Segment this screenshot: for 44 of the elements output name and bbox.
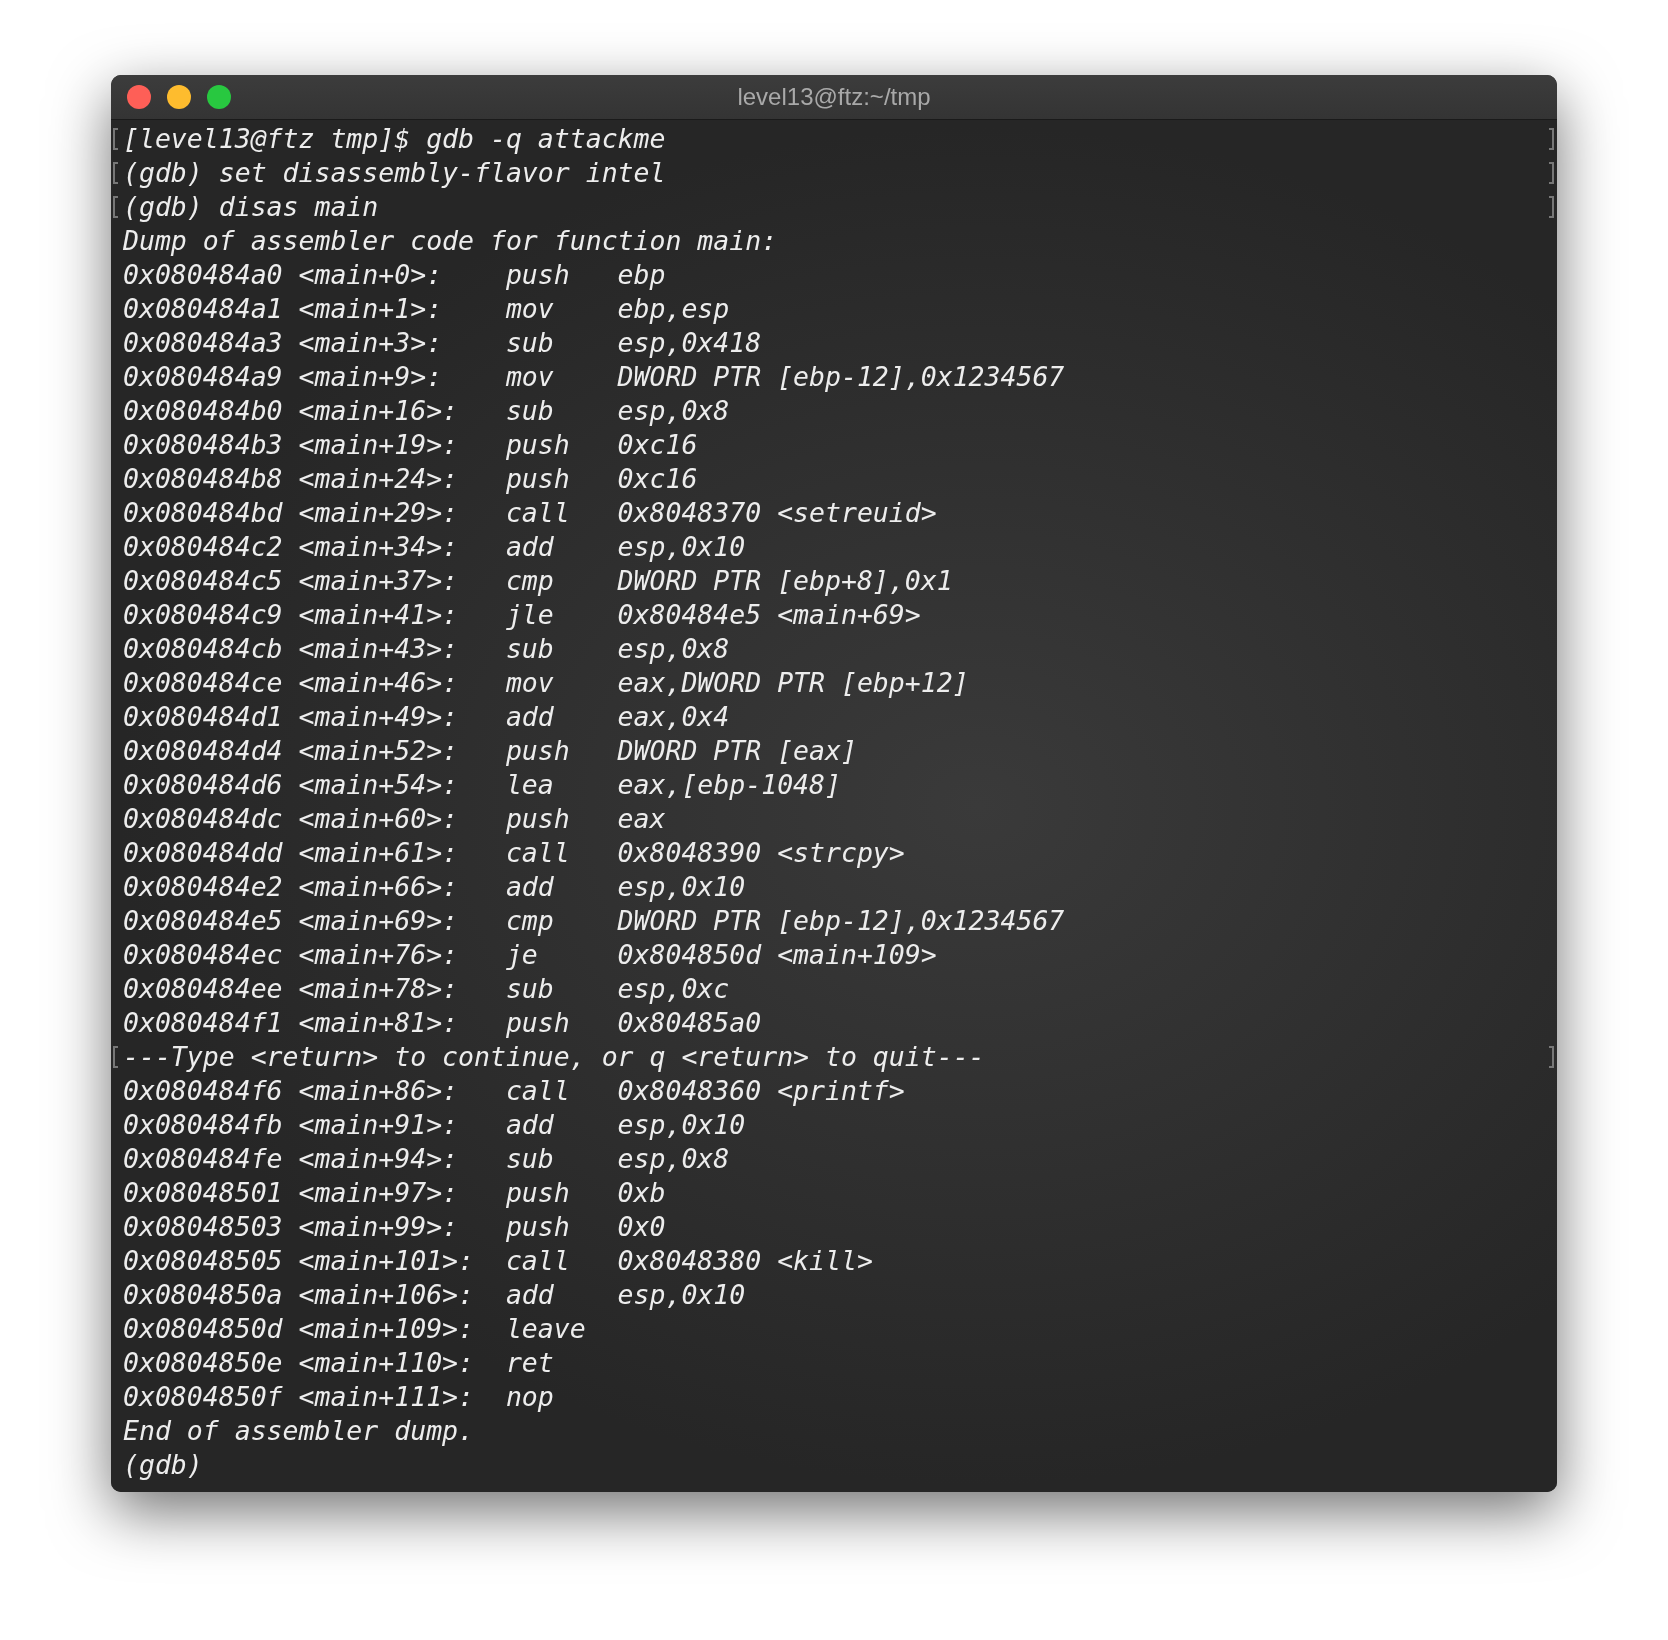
terminal-line: 0x080484f1 <main+81>: push 0x80485a0 [123, 1006, 763, 1040]
terminal-line: 0x080484cb <main+43>: sub esp,0x8 [123, 632, 731, 666]
terminal-line: 0x080484dc <main+60>: push eax [123, 802, 667, 836]
terminal-line: 0x080484a3 <main+3>: sub esp,0x418 [123, 326, 763, 360]
terminal-line: 0x08048505 <main+101>: call 0x8048380 <kill> [123, 1244, 874, 1278]
minimize-button[interactable] [167, 85, 191, 109]
terminal-line: End of assembler dump. [123, 1414, 475, 1448]
terminal-line: 0x0804850a <main+106>: add esp,0x10 [123, 1278, 747, 1312]
terminal-line: (gdb) [123, 1448, 204, 1482]
terminal-line: 0x080484ee <main+78>: sub esp,0xc [123, 972, 731, 1006]
terminal-line: 0x080484d4 <main+52>: push DWORD PTR [eax] [123, 734, 858, 768]
terminal-line: ---Type <return> to continue, or q <return> to quit--- [123, 1040, 986, 1074]
terminal-line: 0x080484b0 <main+16>: sub esp,0x8 [123, 394, 731, 428]
terminal-line: 0x0804850d <main+109>: leave [123, 1312, 587, 1346]
terminal-line: 0x080484ec <main+76>: je 0x804850d <main+109> [123, 938, 938, 972]
terminal-line: 0x080484d6 <main+54>: lea eax,[ebp-1048] [123, 768, 842, 802]
terminal-line: (gdb) disas main [123, 190, 380, 224]
terminal-line: 0x080484f6 <main+86>: call 0x8048360 <printf> [123, 1074, 906, 1108]
terminal-line: 0x08048503 <main+99>: push 0x0 [123, 1210, 667, 1244]
terminal-line: 0x080484a1 <main+1>: mov ebp,esp [123, 292, 731, 326]
zoom-button[interactable] [207, 85, 231, 109]
terminal-line: 0x080484b8 <main+24>: push 0xc16 [123, 462, 699, 496]
terminal-line: Dump of assembler code for function main: [123, 224, 779, 258]
terminal-line: 0x080484c9 <main+41>: jle 0x80484e5 <main+69> [123, 598, 922, 632]
terminal-line: 0x08048501 <main+97>: push 0xb [123, 1176, 667, 1210]
terminal-line: 0x080484e5 <main+69>: cmp DWORD PTR [ebp-12],0x1234567 [123, 904, 1066, 938]
terminal-line: [level13@ftz tmp]$ gdb -q attackme [123, 122, 667, 156]
terminal-line: 0x080484fe <main+94>: sub esp,0x8 [123, 1142, 731, 1176]
terminal-line: 0x080484a0 <main+0>: push ebp [123, 258, 667, 292]
terminal-line: 0x080484b3 <main+19>: push 0xc16 [123, 428, 699, 462]
terminal-line: 0x080484fb <main+91>: add esp,0x10 [123, 1108, 747, 1142]
close-button[interactable] [127, 85, 151, 109]
terminal-line: 0x080484bd <main+29>: call 0x8048370 <setreuid> [123, 496, 938, 530]
terminal-line: 0x080484e2 <main+66>: add esp,0x10 [123, 870, 747, 904]
terminal-line: 0x080484ce <main+46>: mov eax,DWORD PTR [ebp+12] [123, 666, 970, 700]
terminal-line: 0x080484c2 <main+34>: add esp,0x10 [123, 530, 747, 564]
terminal-line: 0x080484a9 <main+9>: mov DWORD PTR [ebp-12],0x1234567 [123, 360, 1066, 394]
terminal-line: 0x0804850f <main+111>: nop [123, 1380, 555, 1414]
terminal-line: 0x0804850e <main+110>: ret [123, 1346, 555, 1380]
window-title: level13@ftz:~/tmp [737, 83, 931, 111]
terminal-line: (gdb) set disassembly-flavor intel [123, 156, 667, 190]
terminal-line: 0x080484c5 <main+37>: cmp DWORD PTR [ebp+8],0x1 [123, 564, 954, 598]
terminal-line: 0x080484d1 <main+49>: add eax,0x4 [123, 700, 731, 734]
terminal-line: 0x080484dd <main+61>: call 0x8048390 <strcpy> [123, 836, 906, 870]
